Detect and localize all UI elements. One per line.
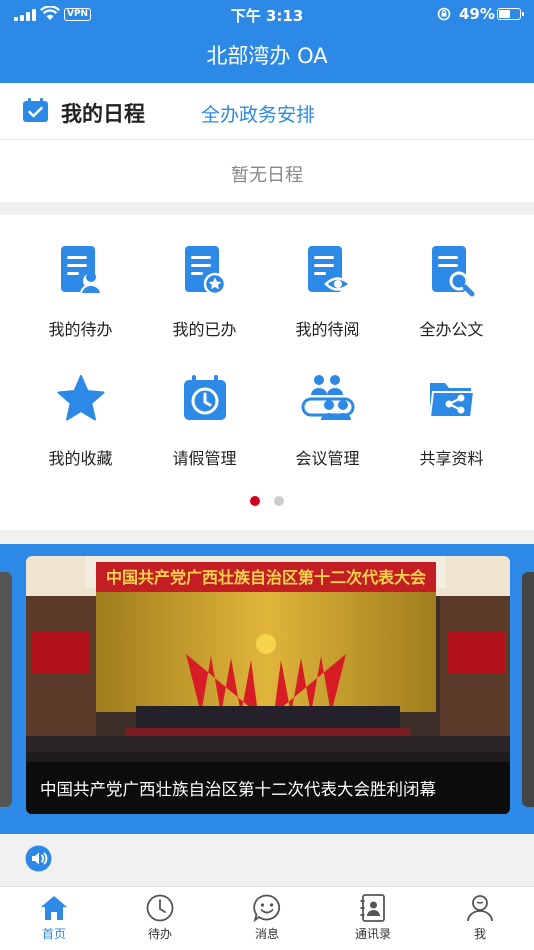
tab-label: 通讯录 xyxy=(354,927,391,941)
toread-doc-eye-icon xyxy=(307,246,352,292)
status-bar: VPN 下午 3:13 49% xyxy=(0,0,534,28)
grid-item-meeting-management[interactable]: 会议管理 xyxy=(261,373,394,469)
carousel-slide[interactable]: 中国共产党广西壮族自治区第十二次代表大会 中国共产党广西壮族自治区第十二次代表大… xyxy=(26,556,510,814)
todo-doc-user-icon xyxy=(60,246,102,295)
grid-item-my-done[interactable]: 我的已办 xyxy=(138,244,271,340)
grid-item-all-documents[interactable]: 全办公文 xyxy=(385,244,518,340)
app-title: 北部湾办 OA xyxy=(206,44,328,68)
done-doc-star-icon xyxy=(184,246,226,296)
bottom-tab-bar: 首页 待办 消息 通讯录 我 xyxy=(0,886,534,950)
shared-folder-icon xyxy=(428,383,475,418)
stage-banner-text: 中国共产党广西壮族自治区第十二次代表大会 xyxy=(106,568,426,587)
tab-home[interactable]: 首页 xyxy=(14,893,94,942)
news-carousel: 中国共产党广西壮族自治区第十二次代表大会 中国共产党广西壮族自治区第十二次代表大… xyxy=(0,544,534,834)
grid-item-label: 我的待办 xyxy=(48,320,113,339)
tab-messages[interactable]: 消息 xyxy=(227,893,307,942)
grid-item-my-todo[interactable]: 我的待办 xyxy=(14,244,147,340)
tab-label: 我 xyxy=(473,927,486,941)
grid-item-my-favorites[interactable]: 我的收藏 xyxy=(14,373,147,469)
battery-percent: 49% xyxy=(459,5,495,23)
grid-item-shared-files[interactable]: 共享资料 xyxy=(385,373,518,469)
schedule-empty-text: 暂无日程 xyxy=(231,165,303,186)
grid-item-label: 我的已办 xyxy=(172,320,237,339)
grid-item-label: 全办公文 xyxy=(419,320,484,339)
meeting-people-icon xyxy=(301,375,354,420)
page-dot[interactable] xyxy=(274,496,284,506)
page-dot-active[interactable] xyxy=(250,496,260,506)
tab-todo[interactable]: 待办 xyxy=(120,893,200,942)
status-time: 下午 3:13 xyxy=(230,7,304,25)
speaker-icon[interactable] xyxy=(25,845,52,872)
top-bar: VPN 下午 3:13 49% 北部湾办 OA xyxy=(0,0,534,83)
page-indicator xyxy=(0,496,534,506)
clock-icon xyxy=(146,894,174,922)
my-schedule-tab[interactable]: 我的日程 xyxy=(61,98,145,128)
grid-item-my-toread[interactable]: 我的待阅 xyxy=(261,244,394,340)
battery-icon xyxy=(497,8,524,20)
schedule-header: 我的日程 全办政务安排 xyxy=(0,83,534,140)
person-icon xyxy=(467,895,493,922)
home-icon xyxy=(41,896,67,920)
tab-contacts[interactable]: 通讯录 xyxy=(333,893,413,942)
rotation-lock-icon xyxy=(437,7,451,21)
office-affairs-tab[interactable]: 全办政务安排 xyxy=(201,100,315,127)
carousel-next-slide[interactable] xyxy=(522,572,534,807)
slide-caption: 中国共产党广西壮族自治区第十二次代表大会胜利闭幕 xyxy=(26,762,510,814)
carousel-prev-slide[interactable] xyxy=(0,572,12,807)
schedule-panel: 我的日程 全办政务安排 暂无日程 xyxy=(0,83,534,202)
grid-item-label: 我的待阅 xyxy=(295,320,360,339)
grid-item-label: 请假管理 xyxy=(172,449,237,468)
grid-item-label: 会议管理 xyxy=(295,449,360,468)
doc-search-icon xyxy=(431,246,474,297)
contacts-icon xyxy=(360,894,385,922)
grid-item-label: 我的收藏 xyxy=(48,449,113,468)
grid-item-leave-management[interactable]: 请假管理 xyxy=(138,373,271,469)
tab-label: 待办 xyxy=(147,927,172,941)
tab-me[interactable]: 我 xyxy=(440,893,520,942)
message-smile-icon xyxy=(253,894,280,923)
tab-label: 首页 xyxy=(41,927,66,941)
function-grid: 我的待办 我的已办 我的待阅 全办公文 我的收藏 请假管理 会议管理 共享资料 xyxy=(0,215,534,530)
tab-label: 消息 xyxy=(254,927,279,941)
calendar-clock-icon xyxy=(183,375,226,420)
grid-item-label: 共享资料 xyxy=(419,449,484,468)
calendar-check-icon xyxy=(23,98,48,122)
star-icon xyxy=(57,375,104,421)
notice-bar xyxy=(0,834,534,886)
